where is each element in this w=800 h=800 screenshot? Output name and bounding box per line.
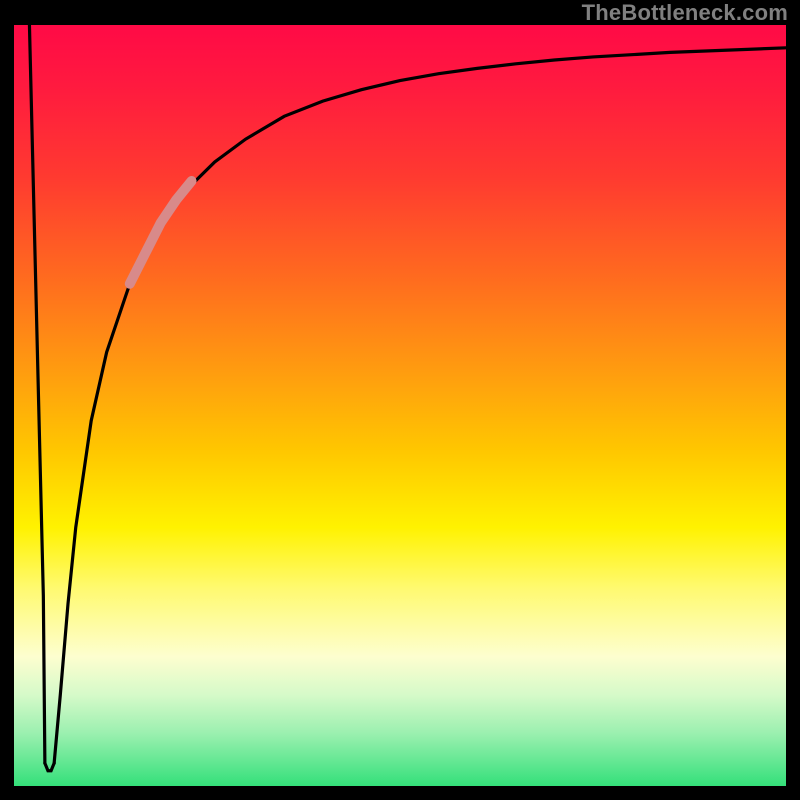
chart-curves [14,25,786,786]
curve-main [54,48,786,763]
curve-left-fall [29,25,44,763]
plot-container [14,25,786,786]
curve-highlight-segment [130,181,192,284]
curve-trough [45,763,54,771]
watermark-text: TheBottleneck.com [582,0,788,26]
chart-frame: TheBottleneck.com [0,0,800,800]
